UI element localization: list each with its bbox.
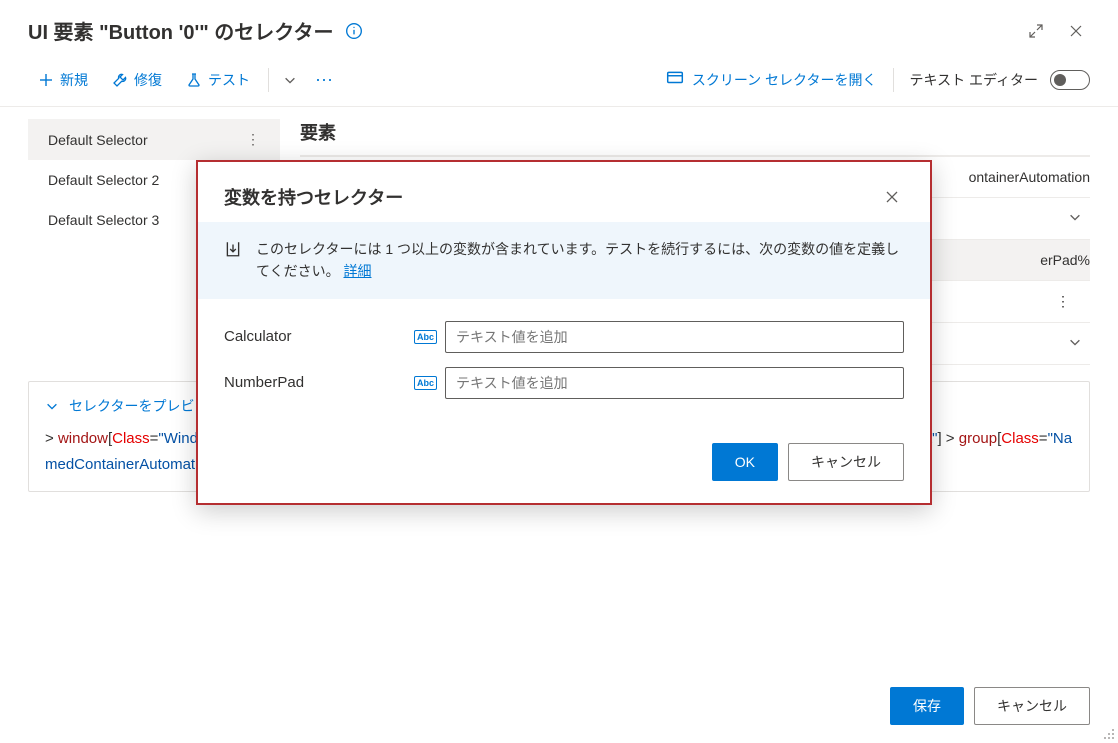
field-label: NumberPad bbox=[224, 374, 414, 391]
text-type-icon: Abc bbox=[414, 330, 437, 344]
toolbar: 新規 修復 テスト ··· スクリーン セレクターを開く テキスト エディター bbox=[0, 53, 1118, 107]
cancel-button[interactable]: キャンセル bbox=[974, 687, 1090, 725]
chevron-down-icon bbox=[1068, 210, 1082, 227]
variable-field-row: NumberPad Abc bbox=[224, 367, 904, 399]
expand-icon[interactable] bbox=[1022, 17, 1050, 45]
text-type-icon: Abc bbox=[414, 376, 437, 390]
test-label: テスト bbox=[208, 70, 250, 90]
open-screen-selector-button[interactable]: スクリーン セレクターを開く bbox=[666, 69, 877, 90]
more-icon[interactable]: ⋮ bbox=[246, 131, 260, 148]
open-screen-label: スクリーン セレクターを開く bbox=[692, 70, 877, 90]
cancel-button[interactable]: キャンセル bbox=[788, 443, 904, 481]
save-button[interactable]: 保存 bbox=[890, 687, 964, 725]
chevron-down-icon bbox=[1068, 335, 1082, 352]
selector-item-label: Default Selector 3 bbox=[48, 212, 159, 228]
text-editor-label: テキスト エディター bbox=[910, 70, 1039, 90]
divider bbox=[893, 68, 894, 92]
close-icon[interactable] bbox=[1062, 17, 1090, 45]
resize-grip-icon[interactable] bbox=[1102, 727, 1116, 741]
variable-selector-dialog: 変数を持つセレクター このセレクターには 1 つ以上の変数が含まれています。テス… bbox=[196, 160, 932, 505]
download-variable-icon bbox=[224, 240, 242, 261]
chevron-down-icon bbox=[45, 399, 59, 413]
screen-icon bbox=[666, 69, 684, 90]
flask-icon bbox=[186, 72, 202, 88]
details-link[interactable]: 詳細 bbox=[343, 263, 371, 279]
dialog-close-button[interactable] bbox=[880, 185, 904, 209]
wrench-icon bbox=[112, 72, 128, 88]
window-header: UI 要素 "Button '0'" のセレクター bbox=[0, 0, 1118, 53]
calculator-input[interactable] bbox=[445, 321, 904, 353]
text-editor-toggle[interactable] bbox=[1050, 70, 1090, 90]
plus-icon bbox=[38, 72, 54, 88]
numberpad-input[interactable] bbox=[445, 367, 904, 399]
more-icon[interactable]: ··· bbox=[307, 63, 341, 96]
new-button[interactable]: 新規 bbox=[28, 64, 98, 96]
repair-button[interactable]: 修復 bbox=[102, 64, 172, 96]
page-title: UI 要素 "Button '0'" のセレクター bbox=[28, 16, 333, 45]
field-label: Calculator bbox=[224, 328, 414, 345]
element-text: erPad% bbox=[1040, 252, 1090, 268]
divider bbox=[268, 68, 269, 92]
dialog-info-banner: このセレクターには 1 つ以上の変数が含まれています。テストを続行するには、次の… bbox=[198, 222, 930, 299]
chevron-down-icon[interactable] bbox=[277, 67, 303, 93]
variable-field-row: Calculator Abc bbox=[224, 321, 904, 353]
footer-actions: 保存 キャンセル bbox=[890, 687, 1090, 725]
selector-item-label: Default Selector bbox=[48, 132, 148, 148]
ok-button[interactable]: OK bbox=[712, 443, 778, 481]
dialog-title: 変数を持つセレクター bbox=[224, 184, 880, 210]
repair-label: 修復 bbox=[134, 70, 162, 90]
test-button[interactable]: テスト bbox=[176, 64, 260, 96]
selector-item[interactable]: Default Selector ⋮ bbox=[28, 119, 280, 160]
selector-item-label: Default Selector 2 bbox=[48, 172, 159, 188]
element-text: ontainerAutomation bbox=[969, 169, 1090, 185]
elements-heading: 要素 bbox=[300, 119, 1090, 145]
new-label: 新規 bbox=[60, 70, 88, 90]
info-icon[interactable] bbox=[345, 22, 363, 40]
